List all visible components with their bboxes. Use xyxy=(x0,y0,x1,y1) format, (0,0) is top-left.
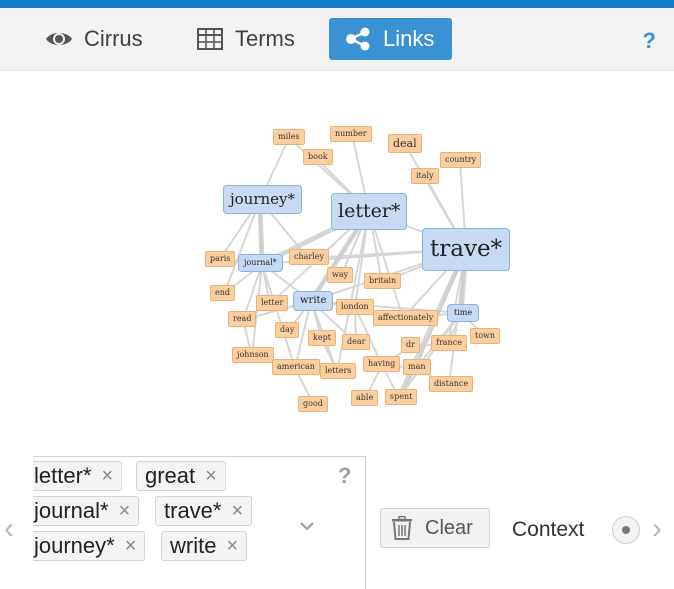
keyword-chip[interactable]: journey* × xyxy=(33,531,146,561)
remove-icon[interactable]: × xyxy=(226,535,238,558)
eye-icon xyxy=(44,27,74,51)
term-node[interactable]: american xyxy=(272,359,320,375)
keyword-node[interactable]: journal* xyxy=(238,254,283,272)
table-icon xyxy=(195,27,225,51)
term-node[interactable]: town xyxy=(470,328,501,344)
chip-label: journal* xyxy=(34,498,109,523)
term-node[interactable]: good xyxy=(298,396,328,412)
chip-label: journey* xyxy=(34,533,115,558)
term-node[interactable]: way xyxy=(327,267,354,283)
keyword-node[interactable]: letter* xyxy=(331,193,408,230)
trash-icon xyxy=(391,516,413,540)
term-node[interactable]: dear xyxy=(342,334,371,350)
top-accent-bar xyxy=(0,0,674,8)
term-node[interactable]: able xyxy=(351,390,379,406)
chip-label: letter* xyxy=(34,463,92,488)
term-node[interactable]: london xyxy=(336,299,374,315)
remove-icon[interactable]: × xyxy=(205,465,217,488)
remove-icon[interactable]: × xyxy=(125,535,137,558)
tab-label: Links xyxy=(383,26,435,51)
bottom-toolbar: ‹ letter* × great × journal* × trave* × … xyxy=(0,456,674,589)
keyword-node[interactable]: trave* xyxy=(422,228,511,271)
term-node[interactable]: distance xyxy=(429,376,474,392)
keyword-chip[interactable]: write × xyxy=(161,531,248,561)
term-node[interactable]: deal xyxy=(388,134,422,153)
term-node[interactable]: italy xyxy=(411,168,439,184)
chevron-down-icon[interactable] xyxy=(299,515,315,536)
remove-icon[interactable]: × xyxy=(231,500,243,523)
term-node[interactable]: day xyxy=(275,322,300,338)
keyword-node[interactable]: journey* xyxy=(223,185,303,214)
term-node[interactable]: dr xyxy=(401,337,420,353)
term-node[interactable]: johnson xyxy=(232,347,274,363)
term-node[interactable]: miles xyxy=(273,129,305,145)
term-node[interactable]: book xyxy=(303,149,333,165)
keyword-chip[interactable]: journal* × xyxy=(33,496,140,526)
remove-icon[interactable]: × xyxy=(119,500,131,523)
term-node[interactable]: country xyxy=(440,152,482,168)
links-graph[interactable]: miles number deal book country italy jou… xyxy=(0,72,674,450)
keyword-selector[interactable]: letter* × great × journal* × trave* × jo… xyxy=(33,456,366,589)
chip-label: write xyxy=(170,533,217,558)
term-node[interactable]: charley xyxy=(289,249,330,265)
term-node[interactable]: kept xyxy=(308,330,336,346)
clear-button[interactable]: Clear xyxy=(380,508,490,548)
term-node[interactable]: spent xyxy=(385,389,418,405)
tab-links[interactable]: Links xyxy=(329,18,452,60)
chip-label: trave* xyxy=(164,498,222,523)
nav-prev-icon[interactable]: ‹ xyxy=(4,512,14,546)
clear-label: Clear xyxy=(425,516,473,539)
chip-label: great xyxy=(145,463,196,488)
context-slider-handle[interactable] xyxy=(612,516,640,544)
keyword-chip[interactable]: trave* × xyxy=(155,496,253,526)
term-node[interactable]: france xyxy=(431,335,467,351)
tab-label: Cirrus xyxy=(84,26,143,51)
nav-next-icon[interactable]: › xyxy=(652,512,662,546)
term-node[interactable]: letter xyxy=(256,295,289,311)
share-icon xyxy=(343,27,373,51)
keyword-node[interactable]: time xyxy=(447,304,480,322)
term-node[interactable]: britain xyxy=(364,273,402,289)
term-node[interactable]: paris xyxy=(205,251,236,267)
term-node[interactable]: affectionately xyxy=(373,310,439,326)
keyword-chip[interactable]: great × xyxy=(136,461,226,491)
term-node[interactable]: end xyxy=(210,285,236,301)
term-node[interactable]: read xyxy=(228,311,257,327)
context-label: Context xyxy=(512,518,585,541)
term-node[interactable]: letters xyxy=(320,363,357,379)
tab-terms[interactable]: Terms xyxy=(181,18,309,60)
tool-tabbar: Cirrus Terms Links ? xyxy=(0,8,674,71)
keywords-help-icon[interactable]: ? xyxy=(338,463,351,489)
term-node[interactable]: number xyxy=(330,126,372,142)
remove-icon[interactable]: × xyxy=(101,465,113,488)
keyword-chip[interactable]: letter* × xyxy=(33,461,123,491)
tab-label: Terms xyxy=(235,26,295,51)
help-icon[interactable]: ? xyxy=(643,28,656,54)
term-node[interactable]: having xyxy=(363,356,401,372)
tab-cirrus[interactable]: Cirrus xyxy=(30,18,157,60)
term-node[interactable]: man xyxy=(403,359,431,375)
keyword-node[interactable]: write xyxy=(293,291,334,311)
